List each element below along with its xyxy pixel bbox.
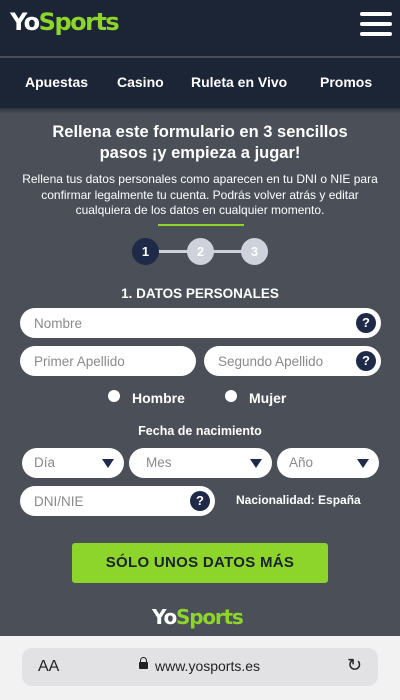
nombre-input[interactable] <box>34 308 354 338</box>
ano-select-value: Año <box>289 455 314 470</box>
nav-item-ruleta-en-vivo[interactable]: Ruleta en Vivo <box>191 74 287 90</box>
nombre-help-icon[interactable]: ? <box>356 313 376 333</box>
nav-item-promos[interactable]: Promos <box>320 74 372 90</box>
form-title: Rellena este formulario en 3 sencillos pa… <box>20 122 380 164</box>
hombre-radio[interactable] <box>108 390 120 402</box>
main-nav: Apuestas Casino Ruleta en Vivo Promos <box>0 58 400 108</box>
dia-select[interactable]: Día <box>22 448 124 478</box>
step-2: 2 <box>187 238 214 265</box>
footer-logo: YoSports <box>152 605 244 629</box>
reload-icon[interactable]: ↻ <box>347 655 362 676</box>
segundo-apellido-input[interactable] <box>218 346 348 376</box>
ano-select[interactable]: Año <box>277 448 379 478</box>
hamburger-menu-icon[interactable] <box>360 12 392 40</box>
nombre-field[interactable]: ? <box>20 308 381 338</box>
chevron-down-icon <box>102 459 114 468</box>
logo-sports-text: Sports <box>38 8 120 36</box>
address-bar[interactable]: AA www.yosports.es ↻ <box>22 648 378 686</box>
browser-bar: AA www.yosports.es ↻ <box>0 636 400 700</box>
dni-help-icon[interactable]: ? <box>190 491 210 511</box>
dni-nie-input[interactable] <box>34 486 184 516</box>
mujer-label: Mujer <box>249 390 287 406</box>
yosports-logo[interactable]: YoSports <box>10 8 120 36</box>
primer-apellido-field[interactable] <box>20 346 196 376</box>
form-title-line-2: pasos ¡y empieza a jugar! <box>99 144 301 162</box>
step-indicator: 1 2 3 <box>130 238 270 266</box>
chevron-down-icon <box>357 459 369 468</box>
url-text[interactable]: www.yosports.es <box>155 658 260 674</box>
segundo-apellido-field[interactable]: ? <box>204 346 381 376</box>
dia-select-value: Día <box>34 455 56 470</box>
nav-item-apuestas[interactable]: Apuestas <box>25 74 88 90</box>
footer-logo-sports-text: Sports <box>176 605 244 629</box>
primer-apellido-input[interactable] <box>34 346 184 376</box>
step-3: 3 <box>241 238 268 265</box>
nacionalidad-text: Nacionalidad: España <box>236 493 361 507</box>
dni-nie-field[interactable]: ? <box>20 486 215 516</box>
gender-hombre-option[interactable]: Hombre <box>108 388 198 408</box>
gender-mujer-option[interactable]: Mujer <box>225 388 295 408</box>
section-title: 1. DATOS PERSONALES <box>121 286 279 301</box>
hombre-label: Hombre <box>132 390 185 406</box>
text-size-button[interactable]: AA <box>38 658 59 676</box>
lock-icon <box>139 657 148 669</box>
fecha-nacimiento-label: Fecha de nacimiento <box>138 424 262 438</box>
mes-select[interactable]: Mes <box>129 448 272 478</box>
mujer-radio[interactable] <box>225 390 237 402</box>
submit-button[interactable]: SÓLO UNOS DATOS MÁS <box>72 543 328 583</box>
chevron-down-icon <box>250 459 262 468</box>
nav-item-casino[interactable]: Casino <box>117 74 164 90</box>
logo-yo-text: Yo <box>10 8 40 36</box>
form-title-line-1: Rellena este formulario en 3 sencillos <box>52 123 348 141</box>
divider-line <box>158 224 244 226</box>
nav-shadow <box>0 108 400 114</box>
mes-select-value: Mes <box>146 455 172 470</box>
header: YoSports <box>0 0 400 56</box>
footer-logo-yo-text: Yo <box>152 605 177 629</box>
step-1: 1 <box>132 238 159 265</box>
segundo-apellido-help-icon[interactable]: ? <box>356 351 376 371</box>
form-description: Rellena tus datos personales como aparec… <box>22 172 378 217</box>
